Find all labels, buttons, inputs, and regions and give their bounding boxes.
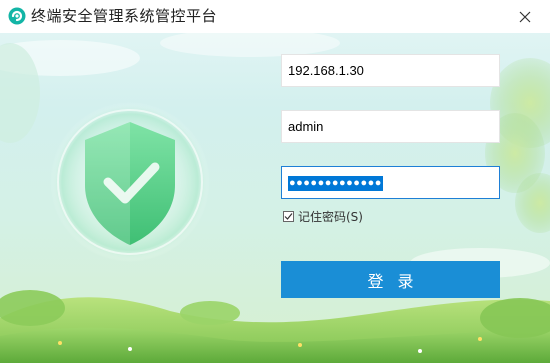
remember-password[interactable]: 记住密码(S): [283, 208, 363, 224]
checkmark-icon: [284, 212, 293, 220]
server-address-field[interactable]: 192.168.1.30: [281, 54, 500, 87]
shield-check-icon: [50, 102, 210, 262]
password-field[interactable]: ●●●●●●●●●●●●●: [281, 166, 500, 199]
close-button[interactable]: [506, 0, 544, 33]
server-address-value: 192.168.1.30: [288, 63, 364, 78]
username-field[interactable]: admin: [281, 110, 500, 143]
login-button-label: 登录: [367, 271, 428, 291]
close-icon: [519, 11, 531, 22]
title-bar: 终端安全管理系统管控平台: [0, 0, 550, 33]
login-button[interactable]: 登录: [281, 261, 500, 298]
app-logo-icon: [8, 7, 26, 25]
login-window: 终端安全管理系统管控平台 192.168.1.30 admin ●●●●●●●●…: [0, 0, 550, 363]
username-value: admin: [288, 119, 324, 134]
password-value: ●●●●●●●●●●●●●: [288, 176, 383, 192]
remember-password-label: 记住密码(S): [298, 209, 363, 224]
window-title: 终端安全管理系统管控平台: [31, 7, 218, 25]
remember-password-checkbox[interactable]: [283, 210, 294, 222]
